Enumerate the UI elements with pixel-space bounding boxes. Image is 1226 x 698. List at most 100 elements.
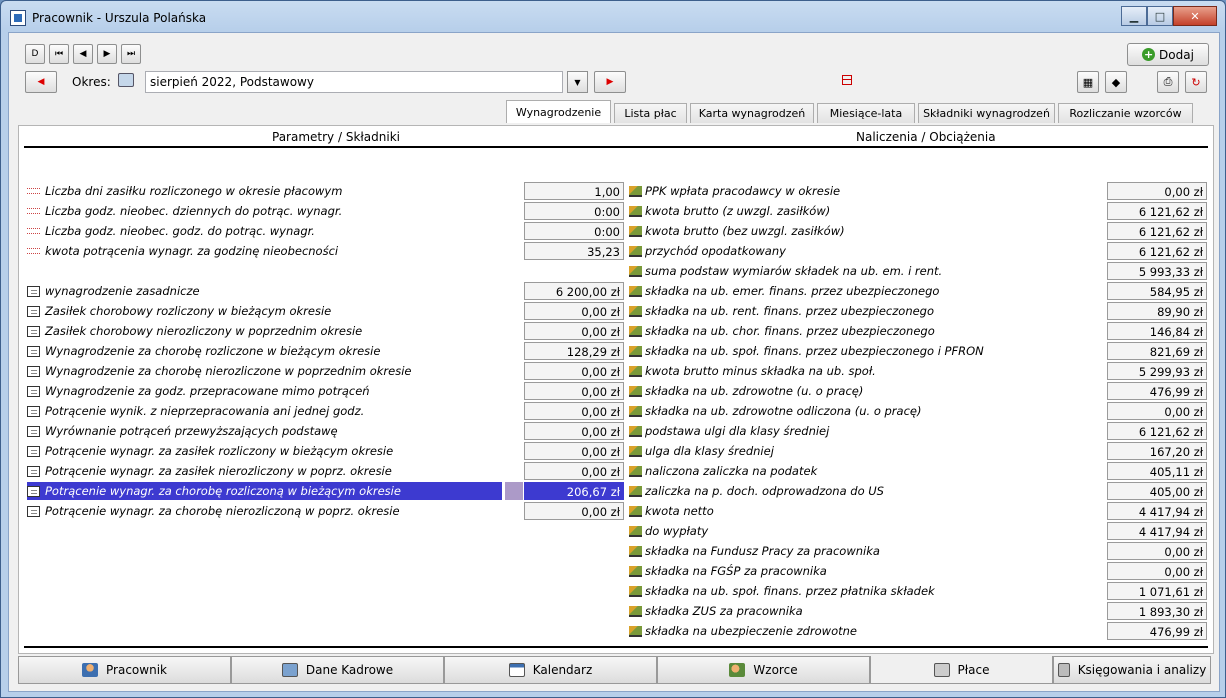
bottom-tab-pracownik[interactable]: Pracownik <box>18 656 231 684</box>
component-row[interactable]: Potrącenie wynagr. za chorobę rozliczoną… <box>27 482 625 500</box>
calculation-row[interactable]: suma podstaw wymiarów składek na ub. em.… <box>629 262 1207 280</box>
calculation-row[interactable]: ulga dla klasy średniej 167,20 zł <box>629 442 1207 460</box>
nav-first-button[interactable]: ⏮ <box>49 44 69 64</box>
tab-rozliczanie-wzorcow[interactable]: Rozliczanie wzorców <box>1058 103 1193 123</box>
calculation-row[interactable]: PPK wpłata pracodawcy w okresie 0,00 zł <box>629 182 1207 200</box>
component-row[interactable]: Wynagrodzenie za chorobę rozliczone w bi… <box>27 342 625 360</box>
bottom-tab-wzorce[interactable]: Wzorce <box>657 656 870 684</box>
period-label: Okres: <box>72 75 111 89</box>
nav-last-button[interactable]: ⏭ <box>121 44 141 64</box>
prev-period-button[interactable]: ◀ <box>25 71 57 93</box>
calculation-icon <box>629 426 642 437</box>
calculation-row[interactable]: kwota brutto minus składka na ub. społ. 5… <box>629 362 1207 380</box>
book-stack-icon[interactable]: ◆ <box>1105 71 1127 93</box>
period-input[interactable]: sierpień 2022, Podstawowy <box>145 71 563 93</box>
calculation-row[interactable]: do wypłaty 4 417,94 zł <box>629 522 1207 540</box>
left-column-header: Parametry / Składniki <box>272 130 400 144</box>
parameter-row[interactable]: kwota potrącenia wynagr. za godzinę nieo… <box>27 242 625 260</box>
row-value: 0,00 zł <box>524 462 624 480</box>
bottom-tab-place[interactable]: Płace <box>870 656 1053 684</box>
row-label: kwota netto <box>645 504 714 518</box>
record-navigation: D ⏮ ◀ ▶ ⏭ <box>25 44 141 64</box>
period-dropdown-button[interactable]: ▼ <box>567 71 588 93</box>
tab-miesiace-lata[interactable]: Miesiące-lata <box>817 103 915 123</box>
component-row[interactable]: Wynagrodzenie za godz. przepracowane mim… <box>27 382 625 400</box>
calculation-row[interactable]: zaliczka na p. doch. odprowadzona do US 4… <box>629 482 1207 500</box>
row-label: do wypłaty <box>645 524 709 538</box>
calculation-row[interactable]: składka na ub. emer. finans. przez ubezp… <box>629 282 1207 300</box>
refresh-icon[interactable]: ↻ <box>1185 71 1207 93</box>
row-label: Wyrównanie potrąceń przewyższających pod… <box>45 424 338 438</box>
row-value: 1 893,30 zł <box>1107 602 1207 620</box>
document-icon <box>27 326 40 337</box>
calculation-icon <box>629 186 642 197</box>
print-icon[interactable]: ⎙ <box>1157 71 1179 93</box>
calculation-row[interactable]: kwota netto 4 417,94 zł <box>629 502 1207 520</box>
calculation-row[interactable]: podstawa ulgi dla klasy średniej 6 121,62… <box>629 422 1207 440</box>
calculation-row[interactable]: składka na ub. zdrowotne (u. o pracę) 476… <box>629 382 1207 400</box>
calculation-row[interactable]: składka na ubezpieczenie zdrowotne 476,99… <box>629 622 1207 640</box>
row-label: wynagrodzenie zasadnicze <box>45 284 200 298</box>
component-row[interactable]: Zasiłek chorobowy nierozliczony w poprze… <box>27 322 625 340</box>
component-row[interactable]: Potrącenie wynagr. za chorobę nierozlicz… <box>27 502 625 520</box>
people-icon <box>729 663 746 677</box>
nav-next-button[interactable]: ▶ <box>97 44 117 64</box>
parameter-row[interactable]: Liczba godz. nieobec. dziennych do potrą… <box>27 202 625 220</box>
close-button[interactable]: ✕ <box>1173 6 1217 26</box>
component-row[interactable]: Potrącenie wynagr. za zasiłek rozliczony… <box>27 442 625 460</box>
calculation-row[interactable]: składka na ub. chor. finans. przez ubezp… <box>629 322 1207 340</box>
row-label: zaliczka na p. doch. odprowadzona do US <box>645 484 884 498</box>
row-label: Potrącenie wynik. z nieprzepracowania an… <box>45 404 365 418</box>
minimize-button[interactable]: ▁ <box>1121 6 1147 26</box>
calculation-row[interactable]: składka na Fundusz Pracy za pracownika 0,… <box>629 542 1207 560</box>
calculation-row[interactable]: składka ZUS za pracownika 1 893,30 zł <box>629 602 1207 620</box>
bottom-tab-ksiegowania[interactable]: Księgowania i analizy <box>1053 656 1211 684</box>
row-label: Zasiłek chorobowy nierozliczony w poprze… <box>45 324 363 338</box>
component-row[interactable]: Wyrównanie potrąceń przewyższających pod… <box>27 422 625 440</box>
tab-lista-plac[interactable]: Lista płac <box>614 103 687 123</box>
tab-karta-wynagrodzen[interactable]: Karta wynagrodzeń <box>690 103 814 123</box>
calculation-row[interactable]: składka na ub. społ. finans. przez płatn… <box>629 582 1207 600</box>
row-value: 405,00 zł <box>1107 482 1207 500</box>
calculation-row[interactable]: przychód opodatkowany 6 121,62 zł <box>629 242 1207 260</box>
calculation-row[interactable]: składka na ub. rent. finans. przez ubezp… <box>629 302 1207 320</box>
calculation-row[interactable]: naliczona zaliczka na podatek 405,11 zł <box>629 462 1207 480</box>
bottom-tab-kalendarz[interactable]: Kalendarz <box>444 656 657 684</box>
parameter-row[interactable]: Liczba dni zasiłku rozliczonego w okresi… <box>27 182 625 200</box>
calculation-row[interactable]: składka na ub. społ. finans. przez ubezp… <box>629 342 1207 360</box>
calculation-icon <box>629 606 642 617</box>
bottom-tab-dane-kadrowe[interactable]: Dane Kadrowe <box>231 656 444 684</box>
component-row[interactable]: Wynagrodzenie za chorobę nierozliczone w… <box>27 362 625 380</box>
tab-wynagrodzenie[interactable]: Wynagrodzenie <box>506 100 611 123</box>
tab-skladniki-wynagrodzen[interactable]: Składniki wynagrodzeń <box>918 103 1055 123</box>
component-row[interactable]: Potrącenie wynagr. za zasiłek nierozlicz… <box>27 462 625 480</box>
parameter-row[interactable]: Liczba godz. nieobec. godz. do potrąc. w… <box>27 222 625 240</box>
component-row[interactable]: wynagrodzenie zasadnicze 6 200,00 zł <box>27 282 625 300</box>
nav-d-button[interactable]: D <box>25 44 45 64</box>
component-row[interactable]: Potrącenie wynik. z nieprzepracowania an… <box>27 402 625 420</box>
next-period-button[interactable]: ▶ <box>594 71 626 93</box>
calculation-row[interactable]: kwota brutto (bez uwzgl. zasiłków) 6 121,… <box>629 222 1207 240</box>
add-button[interactable]: + Dodaj <box>1127 43 1209 66</box>
document-icon <box>27 386 40 397</box>
list-icon[interactable] <box>842 75 852 85</box>
row-value: 1 071,61 zł <box>1107 582 1207 600</box>
calculation-row[interactable]: składka na FGŚP za pracownika 0,00 zł <box>629 562 1207 580</box>
row-value: 0:00 <box>524 202 624 220</box>
row-value: 6 121,62 zł <box>1107 422 1207 440</box>
row-label: Potrącenie wynagr. za zasiłek rozliczony… <box>45 444 394 458</box>
row-label: Potrącenie wynagr. za zasiłek nierozlicz… <box>45 464 392 478</box>
header-divider <box>24 146 1208 148</box>
nav-prev-button[interactable]: ◀ <box>73 44 93 64</box>
calculation-row[interactable]: kwota brutto (z uwzgl. zasiłków) 6 121,62… <box>629 202 1207 220</box>
component-row[interactable]: Zasiłek chorobowy rozliczony w bieżącym … <box>27 302 625 320</box>
calculator-icon[interactable]: ▦ <box>1077 71 1099 93</box>
row-value: 405,11 zł <box>1107 462 1207 480</box>
calculation-icon <box>629 586 642 597</box>
calculation-row[interactable]: składka na ub. zdrowotne odliczona (u. o… <box>629 402 1207 420</box>
row-value: 0,00 zł <box>1107 402 1207 420</box>
tab-strip: Wynagrodzenie Lista płac Karta wynagrodz… <box>506 100 1196 123</box>
title-bar[interactable]: Pracownik - Urszula Polańska ▁ □ ✕ <box>1 1 1225 33</box>
maximize-button[interactable]: □ <box>1147 6 1173 26</box>
row-label: PPK wpłata pracodawcy w okresie <box>645 184 841 198</box>
